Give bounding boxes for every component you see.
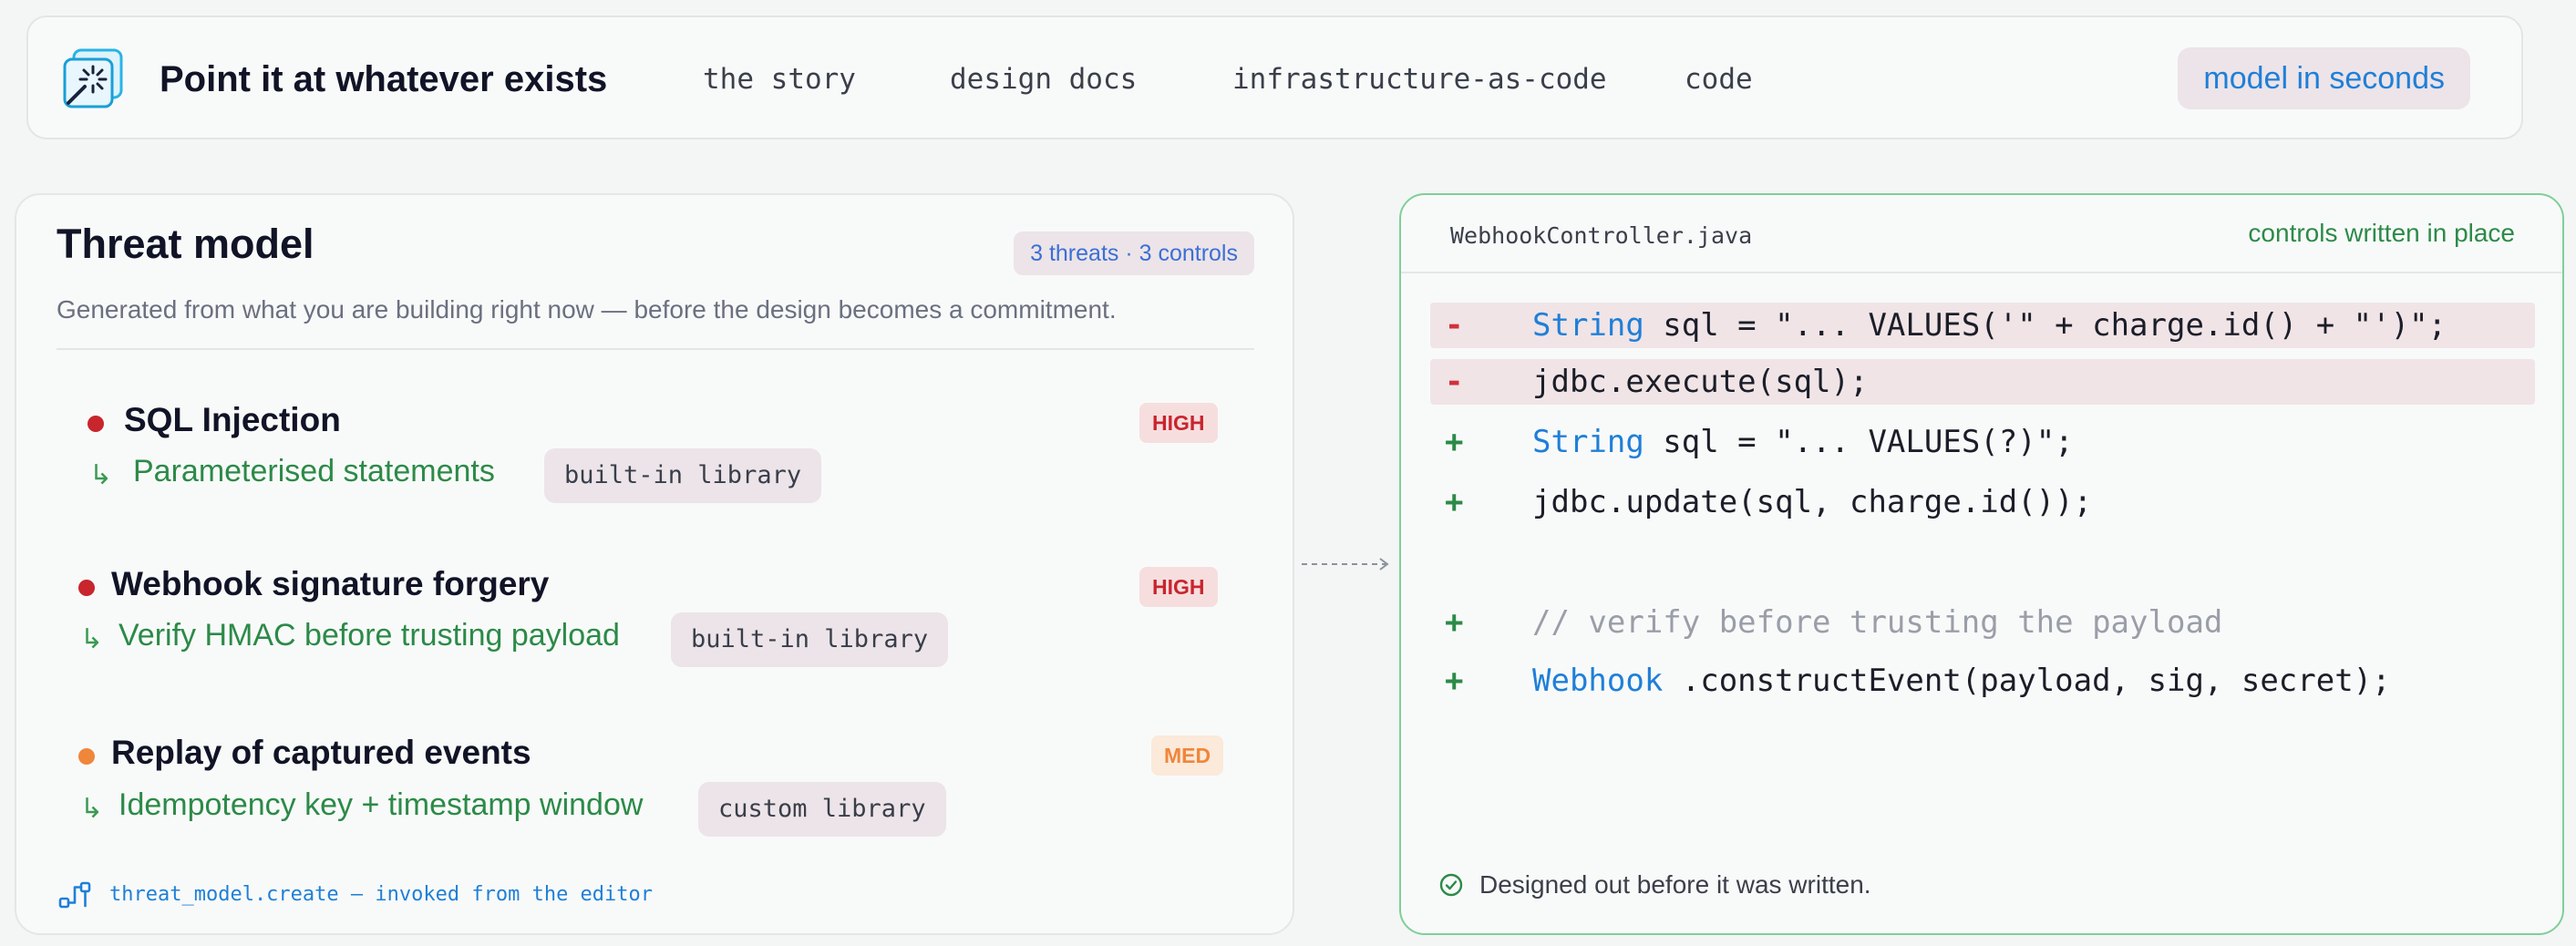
top-bar: Point it at whatever exists the story de… [26, 15, 2523, 139]
diff-marker: + [1445, 424, 1464, 460]
code-text: jdbc.update(sql, charge.id()); [1532, 484, 2093, 520]
nav-link-infrastructure-as-code[interactable]: infrastructure-as-code [1232, 17, 1607, 141]
library-tag: custom library [698, 782, 946, 837]
severity-badge: HIGH [1139, 403, 1218, 443]
code-text: sql = "... VALUES('" + charge.id() + "')… [1643, 307, 2447, 344]
code-keyword: Webhook [1532, 663, 1664, 699]
bullet-dot-icon [88, 416, 104, 432]
control-text: Idempotency key + timestamp window [118, 787, 644, 822]
return-arrow-icon: ↳ [89, 460, 113, 490]
code-line-added: + Webhook .constructEvent(payload, sig, … [1430, 658, 2535, 704]
code-line-added: + String sql = "... VALUES(?)"; [1430, 419, 2535, 465]
panel-title: Threat model [57, 221, 314, 267]
panel-subtitle: Generated from what you are building rig… [57, 295, 1117, 324]
footer-command: threat_model.create — invoked from the e… [109, 883, 654, 906]
diff-marker: - [1445, 307, 1464, 344]
library-tag: built-in library [544, 448, 822, 503]
threat-title: SQL Injection [124, 401, 341, 438]
brand-title: Point it at whatever exists [160, 59, 608, 99]
severity-badge: HIGH [1139, 567, 1218, 607]
severity-badge: MED [1151, 735, 1224, 776]
diff-marker: + [1445, 484, 1464, 520]
code-line-added: + // verify before trusting the payload [1430, 600, 2535, 645]
return-arrow-icon: ↳ [80, 624, 104, 654]
code-line-removed: - jdbc.execute(sql); [1430, 359, 2535, 405]
threat-title: Webhook signature forgery [111, 565, 550, 602]
check-circle-icon [1439, 873, 1463, 897]
code-comment: // verify before trusting the payload [1532, 604, 2223, 641]
code-text: sql = "... VALUES(?)"; [1643, 424, 2074, 460]
divider [1401, 272, 2562, 273]
control-text: Verify HMAC before trusting payload [118, 618, 620, 653]
nav-link-code[interactable]: code [1685, 17, 1753, 141]
file-name: WebhookController.java [1450, 222, 1753, 249]
threat-model-panel: Threat model 3 threats · 3 controls Gene… [15, 193, 1294, 935]
library-tag: built-in library [671, 612, 949, 667]
code-keyword: String [1532, 424, 1644, 460]
status-label: controls written in place [2248, 219, 2515, 247]
model-in-seconds-button[interactable]: model in seconds [2178, 47, 2470, 109]
count-badge: 3 threats · 3 controls [1014, 231, 1254, 275]
footer-note: Designed out before it was written. [1479, 870, 1871, 899]
code-keyword: String [1532, 307, 1644, 344]
control-text: Parameterised statements [133, 454, 495, 488]
diff-marker: + [1445, 604, 1464, 641]
nav-link-design-docs[interactable]: design docs [950, 17, 1137, 141]
bullet-dot-icon [78, 580, 95, 596]
diff-marker: + [1445, 663, 1464, 699]
code-panel: WebhookController.java controls written … [1399, 193, 2564, 935]
code-line-added: + jdbc.update(sql, charge.id()); [1430, 479, 2535, 525]
bullet-dot-icon [78, 748, 95, 765]
dashed-arrow-icon [1302, 558, 1389, 571]
nav-link-the-story[interactable]: the story [703, 17, 856, 141]
code-line-removed: - String sql = "... VALUES('" + charge.i… [1430, 303, 2535, 348]
workflow-icon [58, 881, 91, 909]
code-text: .constructEvent(payload, sig, secret); [1663, 663, 2391, 699]
app-logo-icon [63, 48, 123, 108]
divider [57, 348, 1254, 350]
threat-title: Replay of captured events [111, 734, 531, 771]
return-arrow-icon: ↳ [80, 794, 104, 824]
diff-marker: - [1445, 364, 1464, 400]
code-text: jdbc.execute(sql); [1532, 364, 1869, 400]
